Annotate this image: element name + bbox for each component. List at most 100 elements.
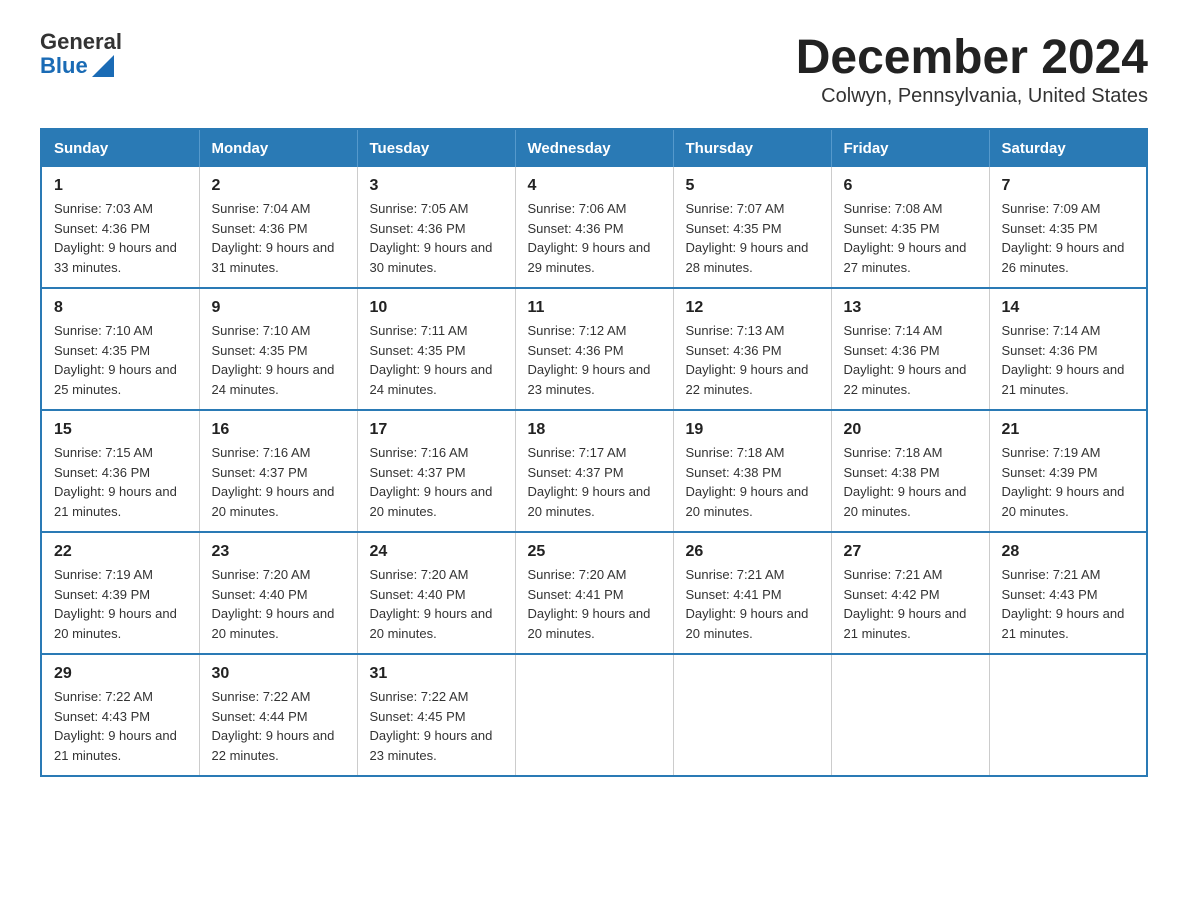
day-info: Sunrise: 7:19 AMSunset: 4:39 PMDaylight:… <box>54 565 187 643</box>
calendar-cell: 23 Sunrise: 7:20 AMSunset: 4:40 PMDaylig… <box>199 532 357 654</box>
calendar-cell: 15 Sunrise: 7:15 AMSunset: 4:36 PMDaylig… <box>41 410 199 532</box>
day-info: Sunrise: 7:03 AMSunset: 4:36 PMDaylight:… <box>54 199 187 277</box>
day-number: 4 <box>528 177 661 195</box>
calendar-cell <box>989 654 1147 776</box>
calendar-cell: 24 Sunrise: 7:20 AMSunset: 4:40 PMDaylig… <box>357 532 515 654</box>
day-number: 24 <box>370 543 503 561</box>
calendar-cell: 29 Sunrise: 7:22 AMSunset: 4:43 PMDaylig… <box>41 654 199 776</box>
day-number: 12 <box>686 299 819 317</box>
day-number: 1 <box>54 177 187 195</box>
day-number: 11 <box>528 299 661 317</box>
day-number: 26 <box>686 543 819 561</box>
day-number: 18 <box>528 421 661 439</box>
day-number: 30 <box>212 665 345 683</box>
day-number: 15 <box>54 421 187 439</box>
day-number: 17 <box>370 421 503 439</box>
weekday-header-thursday: Thursday <box>673 129 831 167</box>
day-info: Sunrise: 7:19 AMSunset: 4:39 PMDaylight:… <box>1002 443 1135 521</box>
page-subtitle: Colwyn, Pennsylvania, United States <box>796 85 1148 108</box>
calendar-cell: 13 Sunrise: 7:14 AMSunset: 4:36 PMDaylig… <box>831 288 989 410</box>
day-number: 20 <box>844 421 977 439</box>
day-info: Sunrise: 7:17 AMSunset: 4:37 PMDaylight:… <box>528 443 661 521</box>
weekday-header-wednesday: Wednesday <box>515 129 673 167</box>
page-header: General Blue December 2024 Colwyn, Penns… <box>40 30 1148 108</box>
calendar-cell: 2 Sunrise: 7:04 AMSunset: 4:36 PMDayligh… <box>199 167 357 288</box>
calendar-cell: 12 Sunrise: 7:13 AMSunset: 4:36 PMDaylig… <box>673 288 831 410</box>
calendar-week-row: 8 Sunrise: 7:10 AMSunset: 4:35 PMDayligh… <box>41 288 1147 410</box>
logo: General Blue <box>40 30 122 78</box>
day-number: 6 <box>844 177 977 195</box>
calendar-cell: 26 Sunrise: 7:21 AMSunset: 4:41 PMDaylig… <box>673 532 831 654</box>
day-info: Sunrise: 7:16 AMSunset: 4:37 PMDaylight:… <box>212 443 345 521</box>
day-number: 25 <box>528 543 661 561</box>
day-info: Sunrise: 7:22 AMSunset: 4:45 PMDaylight:… <box>370 687 503 765</box>
weekday-header-sunday: Sunday <box>41 129 199 167</box>
day-info: Sunrise: 7:20 AMSunset: 4:40 PMDaylight:… <box>212 565 345 643</box>
calendar-cell: 14 Sunrise: 7:14 AMSunset: 4:36 PMDaylig… <box>989 288 1147 410</box>
day-info: Sunrise: 7:21 AMSunset: 4:42 PMDaylight:… <box>844 565 977 643</box>
day-number: 23 <box>212 543 345 561</box>
day-info: Sunrise: 7:18 AMSunset: 4:38 PMDaylight:… <box>844 443 977 521</box>
weekday-header-tuesday: Tuesday <box>357 129 515 167</box>
calendar-cell: 4 Sunrise: 7:06 AMSunset: 4:36 PMDayligh… <box>515 167 673 288</box>
calendar-cell: 22 Sunrise: 7:19 AMSunset: 4:39 PMDaylig… <box>41 532 199 654</box>
calendar-cell: 25 Sunrise: 7:20 AMSunset: 4:41 PMDaylig… <box>515 532 673 654</box>
day-info: Sunrise: 7:06 AMSunset: 4:36 PMDaylight:… <box>528 199 661 277</box>
calendar-week-row: 1 Sunrise: 7:03 AMSunset: 4:36 PMDayligh… <box>41 167 1147 288</box>
day-info: Sunrise: 7:09 AMSunset: 4:35 PMDaylight:… <box>1002 199 1135 277</box>
logo-blue-text: Blue <box>40 54 88 78</box>
weekday-header-friday: Friday <box>831 129 989 167</box>
day-info: Sunrise: 7:15 AMSunset: 4:36 PMDaylight:… <box>54 443 187 521</box>
calendar-table: SundayMondayTuesdayWednesdayThursdayFrid… <box>40 128 1148 777</box>
calendar-cell: 19 Sunrise: 7:18 AMSunset: 4:38 PMDaylig… <box>673 410 831 532</box>
day-info: Sunrise: 7:04 AMSunset: 4:36 PMDaylight:… <box>212 199 345 277</box>
calendar-cell <box>515 654 673 776</box>
logo-triangle-icon <box>92 55 114 77</box>
day-number: 2 <box>212 177 345 195</box>
day-number: 27 <box>844 543 977 561</box>
day-info: Sunrise: 7:11 AMSunset: 4:35 PMDaylight:… <box>370 321 503 399</box>
day-info: Sunrise: 7:10 AMSunset: 4:35 PMDaylight:… <box>54 321 187 399</box>
day-number: 21 <box>1002 421 1135 439</box>
day-number: 14 <box>1002 299 1135 317</box>
title-area: December 2024 Colwyn, Pennsylvania, Unit… <box>796 30 1148 108</box>
calendar-cell: 16 Sunrise: 7:16 AMSunset: 4:37 PMDaylig… <box>199 410 357 532</box>
day-number: 5 <box>686 177 819 195</box>
day-number: 10 <box>370 299 503 317</box>
calendar-cell: 8 Sunrise: 7:10 AMSunset: 4:35 PMDayligh… <box>41 288 199 410</box>
page-title: December 2024 <box>796 30 1148 85</box>
day-info: Sunrise: 7:14 AMSunset: 4:36 PMDaylight:… <box>844 321 977 399</box>
calendar-cell: 31 Sunrise: 7:22 AMSunset: 4:45 PMDaylig… <box>357 654 515 776</box>
calendar-cell: 20 Sunrise: 7:18 AMSunset: 4:38 PMDaylig… <box>831 410 989 532</box>
calendar-cell <box>673 654 831 776</box>
day-number: 3 <box>370 177 503 195</box>
calendar-week-row: 29 Sunrise: 7:22 AMSunset: 4:43 PMDaylig… <box>41 654 1147 776</box>
calendar-cell: 3 Sunrise: 7:05 AMSunset: 4:36 PMDayligh… <box>357 167 515 288</box>
calendar-cell: 11 Sunrise: 7:12 AMSunset: 4:36 PMDaylig… <box>515 288 673 410</box>
calendar-cell: 28 Sunrise: 7:21 AMSunset: 4:43 PMDaylig… <box>989 532 1147 654</box>
calendar-cell: 5 Sunrise: 7:07 AMSunset: 4:35 PMDayligh… <box>673 167 831 288</box>
day-info: Sunrise: 7:20 AMSunset: 4:40 PMDaylight:… <box>370 565 503 643</box>
day-info: Sunrise: 7:08 AMSunset: 4:35 PMDaylight:… <box>844 199 977 277</box>
day-number: 28 <box>1002 543 1135 561</box>
calendar-cell: 27 Sunrise: 7:21 AMSunset: 4:42 PMDaylig… <box>831 532 989 654</box>
day-info: Sunrise: 7:14 AMSunset: 4:36 PMDaylight:… <box>1002 321 1135 399</box>
day-number: 19 <box>686 421 819 439</box>
day-info: Sunrise: 7:21 AMSunset: 4:41 PMDaylight:… <box>686 565 819 643</box>
calendar-cell: 9 Sunrise: 7:10 AMSunset: 4:35 PMDayligh… <box>199 288 357 410</box>
day-info: Sunrise: 7:21 AMSunset: 4:43 PMDaylight:… <box>1002 565 1135 643</box>
day-number: 7 <box>1002 177 1135 195</box>
weekday-header-monday: Monday <box>199 129 357 167</box>
day-number: 9 <box>212 299 345 317</box>
calendar-week-row: 15 Sunrise: 7:15 AMSunset: 4:36 PMDaylig… <box>41 410 1147 532</box>
day-number: 29 <box>54 665 187 683</box>
logo-general-text: General <box>40 30 122 54</box>
day-number: 13 <box>844 299 977 317</box>
calendar-cell: 7 Sunrise: 7:09 AMSunset: 4:35 PMDayligh… <box>989 167 1147 288</box>
calendar-cell: 1 Sunrise: 7:03 AMSunset: 4:36 PMDayligh… <box>41 167 199 288</box>
day-number: 16 <box>212 421 345 439</box>
day-info: Sunrise: 7:18 AMSunset: 4:38 PMDaylight:… <box>686 443 819 521</box>
calendar-cell: 10 Sunrise: 7:11 AMSunset: 4:35 PMDaylig… <box>357 288 515 410</box>
day-info: Sunrise: 7:07 AMSunset: 4:35 PMDaylight:… <box>686 199 819 277</box>
calendar-header-row: SundayMondayTuesdayWednesdayThursdayFrid… <box>41 129 1147 167</box>
